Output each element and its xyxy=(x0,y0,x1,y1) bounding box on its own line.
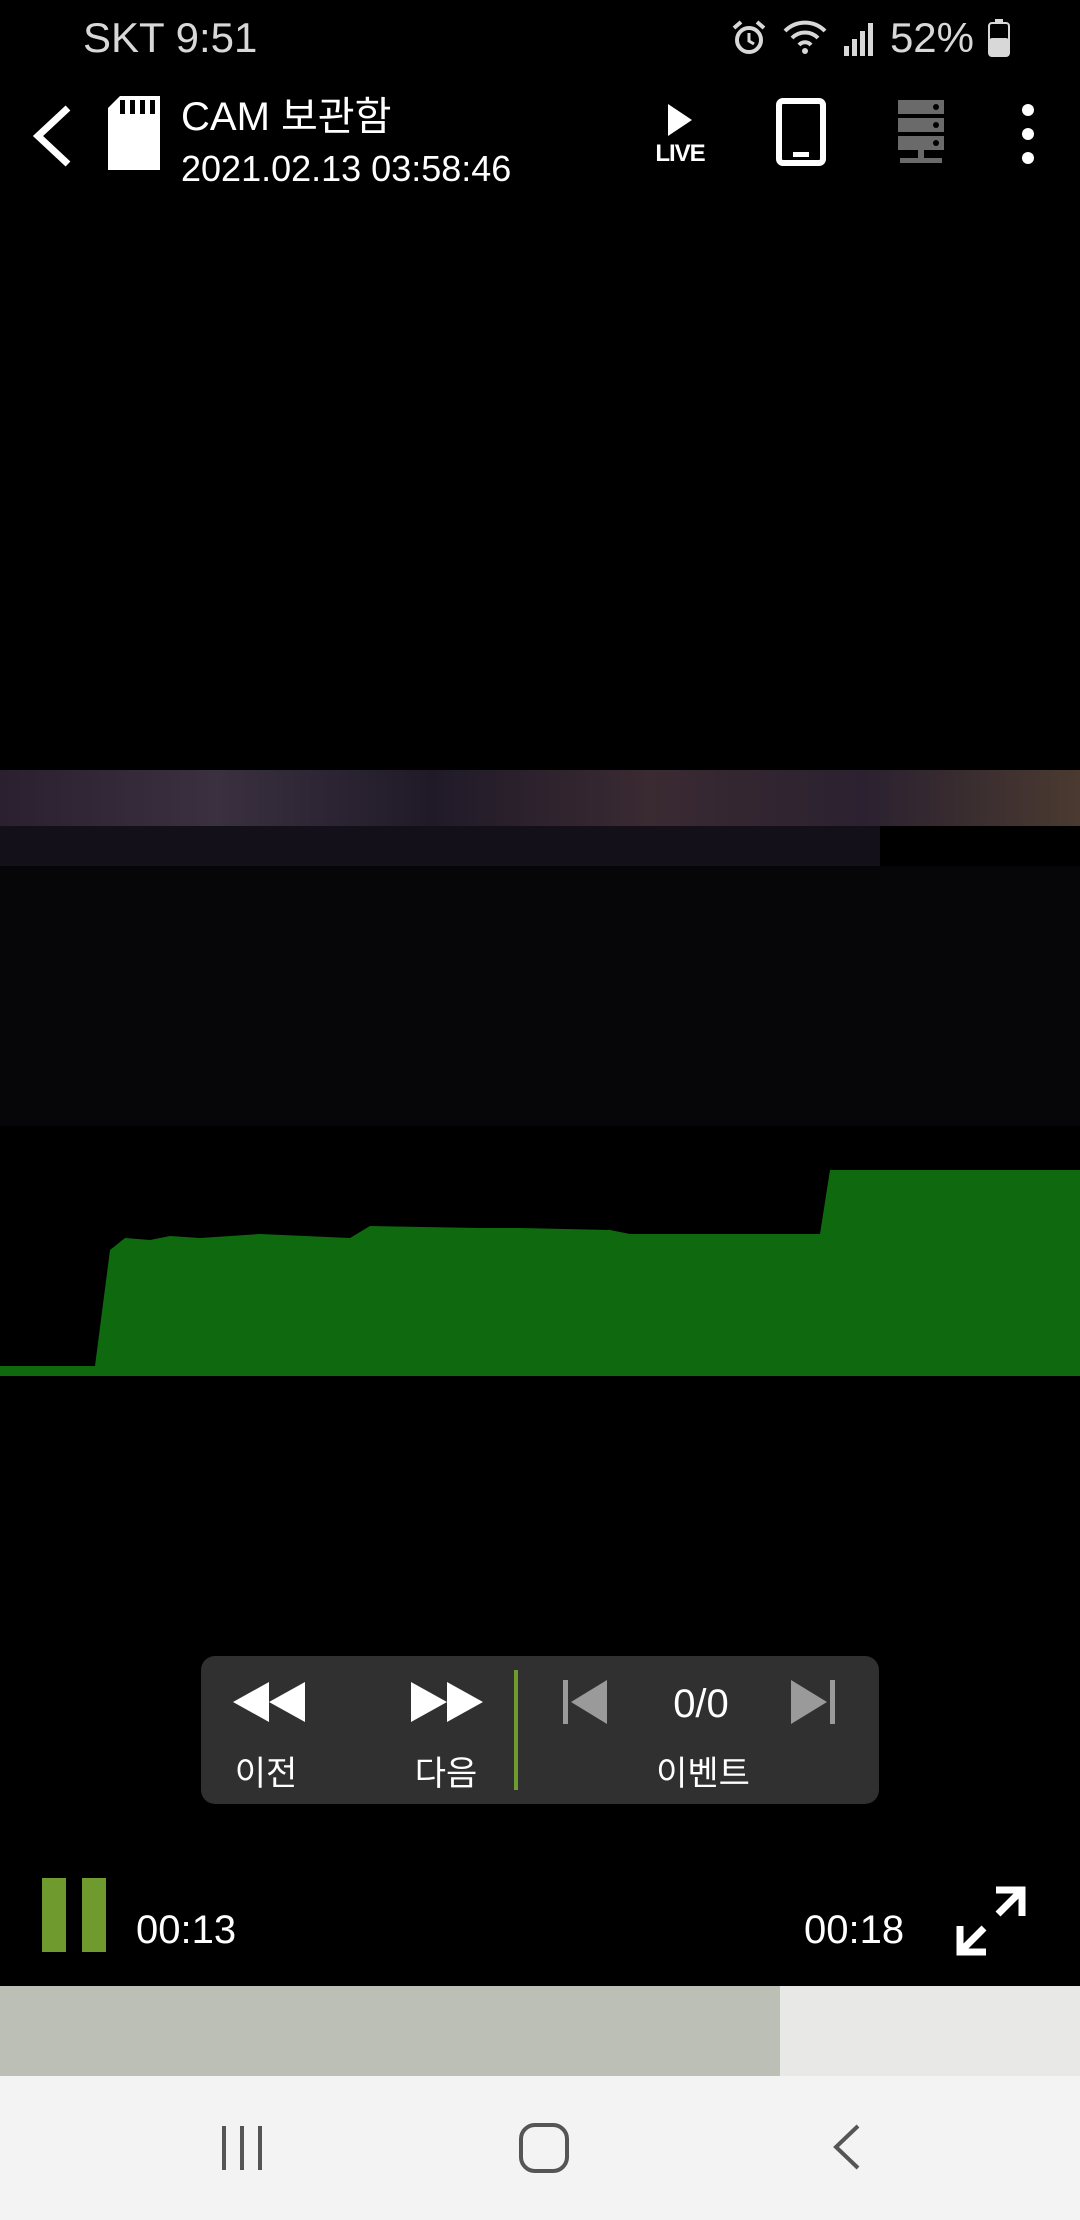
wifi-icon xyxy=(783,20,827,54)
more-icon[interactable] xyxy=(1010,100,1046,168)
alarm-icon xyxy=(732,20,766,54)
event-count: 0/0 xyxy=(673,1682,729,1726)
clock: 9:51 xyxy=(175,14,258,61)
nav-back-icon[interactable] xyxy=(826,2122,866,2172)
playback-progress-bar[interactable] xyxy=(0,1986,1080,2076)
event-label: 이벤트 xyxy=(656,1755,750,1793)
battery-percent: 52% xyxy=(889,14,974,61)
live-button[interactable]: LIVE xyxy=(646,100,714,170)
carrier-time: SKT 9:51 xyxy=(83,14,257,62)
video-frame[interactable] xyxy=(0,770,1080,1380)
next-label: 다음 xyxy=(414,1755,478,1793)
fast-forward-icon xyxy=(411,1682,483,1722)
sd-card-icon xyxy=(108,96,160,170)
skip-next-event-icon[interactable] xyxy=(787,1678,837,1726)
server-icon[interactable] xyxy=(896,98,946,166)
rewind-icon xyxy=(233,1682,305,1722)
phone-icon[interactable] xyxy=(776,98,826,166)
skip-previous-event-icon[interactable] xyxy=(561,1678,611,1726)
elapsed-time: 00:13 xyxy=(136,1908,237,1952)
carrier-name: SKT xyxy=(83,14,164,61)
battery-icon xyxy=(988,19,1010,57)
recent-apps-icon[interactable] xyxy=(218,2124,266,2172)
pause-icon[interactable] xyxy=(40,1876,108,1954)
status-icons: 52% xyxy=(730,14,1010,62)
previous-label: 이전 xyxy=(234,1755,298,1793)
live-label: LIVE xyxy=(655,140,705,167)
status-bar: SKT 9:51 52% xyxy=(0,0,1080,76)
play-live-icon xyxy=(668,104,692,136)
navigation-bar xyxy=(0,2076,1080,2220)
total-time: 00:18 xyxy=(804,1908,905,1952)
expand-icon[interactable] xyxy=(956,1886,1026,1956)
progress-fill xyxy=(0,1986,780,2076)
home-icon[interactable] xyxy=(518,2122,570,2174)
recording-timestamp: 2021.02.13 03:58:46 xyxy=(181,148,512,189)
next-button[interactable]: 다음 xyxy=(371,1656,511,1804)
signal-icon xyxy=(843,23,873,56)
panel-divider xyxy=(514,1670,518,1790)
page-title: CAM 보관함 xyxy=(181,95,392,139)
back-icon[interactable] xyxy=(24,96,88,176)
previous-button[interactable]: 이전 xyxy=(201,1656,341,1804)
playback-control-panel: 이전 다음 0/0 이벤트 xyxy=(201,1656,879,1804)
